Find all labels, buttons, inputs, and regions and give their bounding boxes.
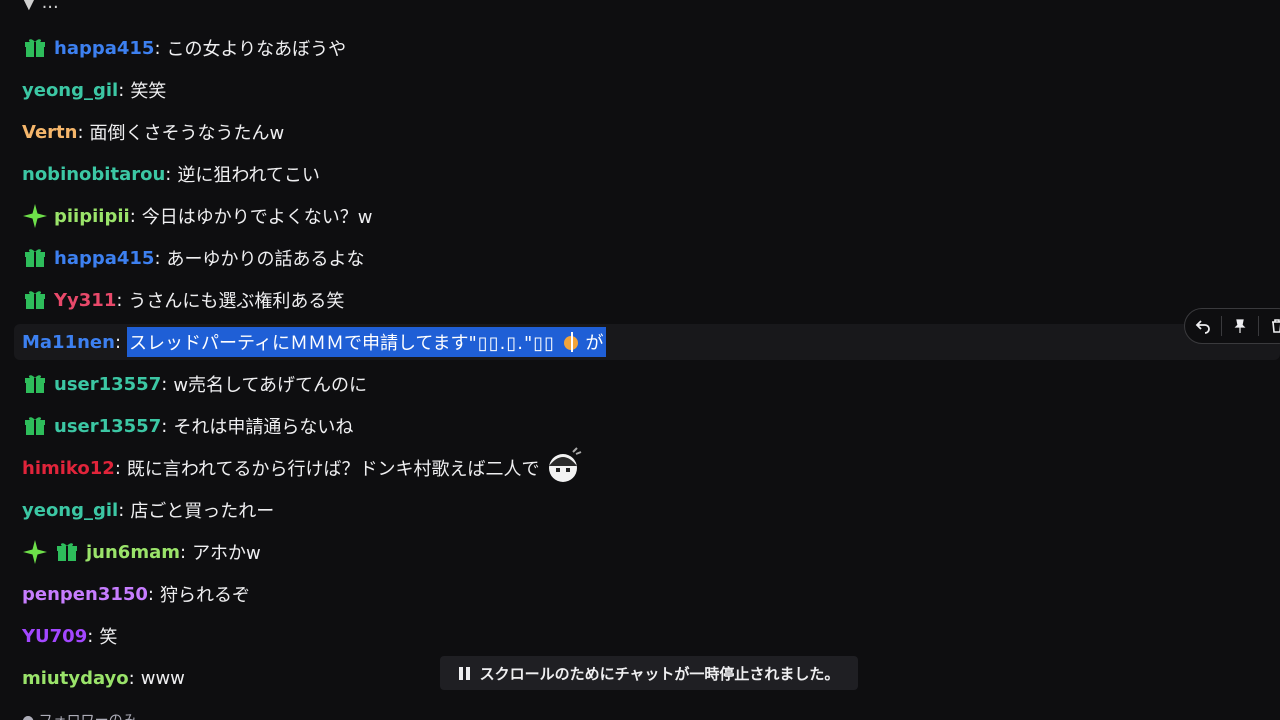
chat-message-text: 笑 [99, 627, 118, 648]
chat-username[interactable]: user13557 [54, 374, 161, 395]
chat-message[interactable]: happa415: この女よりなあぼうや [22, 31, 346, 65]
pin-button[interactable] [1222, 310, 1258, 342]
chat-message-text: www [140, 667, 185, 689]
chat-message[interactable]: user13557: w売名してあげてんのに [22, 367, 367, 401]
chat-username[interactable]: yeong_gil [22, 80, 118, 101]
chat-username[interactable]: piipiipii [54, 206, 130, 227]
chat-message-text: 面倒くさそうなうたんw [89, 123, 285, 144]
chat-message[interactable]: nobinobitarou: 逆に狙われてこい [22, 157, 320, 191]
pin-icon [1234, 319, 1246, 333]
chat-message[interactable]: happa415: あーゆかりの話あるよな [22, 241, 365, 275]
chat-username[interactable]: happa415 [54, 248, 154, 269]
gift-icon[interactable] [22, 371, 48, 397]
separator: : [118, 499, 125, 521]
chat-username[interactable]: YU709 [22, 626, 87, 647]
chat-message[interactable]: miutydayo: www [22, 661, 185, 695]
separator: : [161, 415, 168, 437]
chat-message[interactable]: user13557: それは申請通らないね [22, 409, 353, 443]
chat-username[interactable]: Vertn [22, 122, 77, 143]
chat-username[interactable]: himiko12 [22, 458, 115, 479]
gift-icon[interactable] [54, 539, 80, 565]
separator: : [129, 205, 136, 227]
emote-icon[interactable] [543, 446, 583, 491]
chat-message[interactable]: Yy311: うさんにも選ぶ権利ある笑 [22, 283, 344, 317]
chat-message-text: それは申請通らないね [173, 417, 354, 438]
chat-paused-notice[interactable]: スクロールのためにチャットが一時停止されました。 [440, 656, 858, 690]
separator: : [165, 163, 172, 185]
clipped-chat-mode: ● フォロワーのみ [22, 710, 137, 720]
chat-message-text: 店ごと買ったれー [130, 501, 275, 522]
separator: : [114, 331, 122, 353]
chat-message-text: w売名してあげてんのに [173, 375, 367, 396]
chat-username[interactable]: Ma11nen [22, 332, 115, 353]
separator: : [87, 625, 94, 647]
separator: : [118, 79, 125, 101]
separator: : [154, 37, 161, 59]
chat-message[interactable]: Vertn: 面倒くさそうなうたんw [22, 115, 284, 149]
chat-message-text: あーゆかりの話あるよな [166, 249, 365, 270]
chat-username[interactable]: happa415 [54, 38, 154, 59]
gift-icon[interactable] [22, 287, 48, 313]
sparkle-icon[interactable] [22, 539, 48, 565]
text-cursor [571, 332, 573, 352]
chat-message-tail: が [585, 333, 604, 354]
chat-message[interactable]: yeong_gil: 笑笑 [22, 73, 166, 107]
chat-panel: ▼ ... happa415: この女よりなあぼうや yeong_gil: 笑笑 Ver… [0, 0, 1280, 720]
pause-icon [458, 666, 470, 680]
separator: : [77, 121, 84, 143]
emoji-icon [562, 333, 586, 354]
garbled-glyphs: "▯▯.▯."▯▯ [468, 333, 562, 354]
chat-message-text: うさんにも選ぶ権利ある笑 [128, 291, 345, 312]
trash-icon [1272, 319, 1280, 333]
gift-icon[interactable] [22, 35, 48, 61]
chat-username[interactable]: Yy311 [54, 290, 116, 311]
chat-message-text: 今日はゆかりでよくない？w [141, 207, 373, 228]
chat-message-text: 既に言われてるから行けば？ドンキ村歌えば二人で [126, 459, 540, 480]
chat-message[interactable]: himiko12: 既に言われてるから行けば？ドンキ村歌えば二人で [22, 446, 583, 485]
chat-message[interactable]: Ma11nen: スレッドパーティにＭＭＭで申請してます"▯▯.▯."▯▯ が [22, 325, 606, 359]
clipped-message: ▼ ... [22, 0, 59, 13]
separator: : [179, 541, 187, 563]
separator: : [114, 457, 121, 479]
chat-username[interactable]: jun6mam [86, 542, 180, 563]
chat-message-text: この女よりなあぼうや [166, 39, 347, 60]
separator: : [154, 247, 161, 269]
chat-message[interactable]: penpen3150: 狩られるぞ [22, 577, 250, 611]
chat-username[interactable]: user13557 [54, 416, 161, 437]
separator: : [161, 373, 168, 395]
chat-username[interactable]: penpen3150 [22, 584, 148, 605]
chat-message-text: スレッドパーティにＭＭＭで申請してます"▯▯.▯."▯▯ が [127, 327, 606, 357]
chat-username[interactable]: nobinobitarou [22, 164, 165, 185]
separator: : [116, 289, 123, 311]
chat-message-text: アホかw [192, 543, 261, 564]
delete-button[interactable] [1259, 310, 1280, 342]
separator: : [128, 667, 135, 689]
chat-message-text: 逆に狙われてこい [177, 165, 320, 186]
chat-message-text: 笑笑 [130, 81, 167, 102]
chat-message-text: 狩られるぞ [160, 585, 250, 606]
reply-icon [1195, 320, 1210, 334]
chat-message[interactable]: YU709: 笑 [22, 619, 117, 653]
chat-paused-text: スクロールのためにチャットが一時停止されました。 [479, 664, 840, 683]
separator: : [147, 583, 154, 605]
gift-icon[interactable] [22, 413, 48, 439]
chat-message[interactable]: yeong_gil: 店ごと買ったれー [22, 493, 274, 527]
chat-message[interactable]: jun6mam: アホかw [22, 535, 261, 569]
gift-icon[interactable] [22, 245, 48, 271]
chat-username[interactable]: yeong_gil [22, 500, 118, 521]
chat-username[interactable]: miutydayo [22, 668, 129, 689]
reply-button[interactable] [1185, 310, 1221, 342]
message-mod-actions [1184, 308, 1280, 344]
chat-message[interactable]: piipiipii: 今日はゆかりでよくない？w [22, 199, 373, 233]
sparkle-icon[interactable] [22, 203, 48, 229]
